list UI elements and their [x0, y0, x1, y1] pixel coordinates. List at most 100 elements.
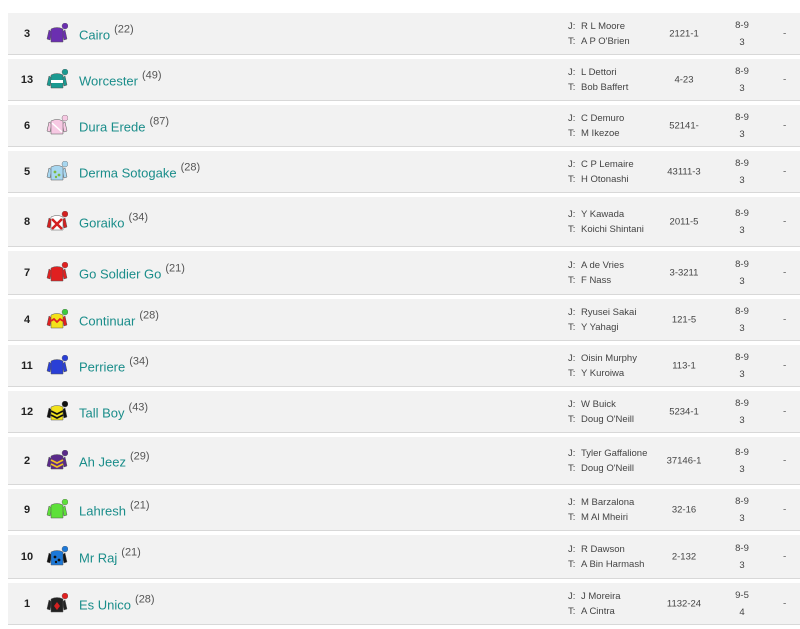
odds: 8-9 3: [728, 444, 756, 478]
jockey-name[interactable]: Y Kawada: [581, 208, 663, 221]
horse-name[interactable]: Continuar: [79, 313, 135, 328]
odds-bottom: 3: [739, 368, 745, 380]
horse-name[interactable]: Es Unico: [79, 597, 131, 612]
trainer-name[interactable]: Koichi Shintani: [581, 223, 663, 236]
jockey-name[interactable]: C P Lemaire: [581, 158, 663, 171]
runner-row[interactable]: 9 Lahresh (21) J: M Barzalona T: M Al Mheir…: [8, 489, 800, 531]
odds-dash: -: [783, 314, 787, 325]
runner-row[interactable]: 10 Mr Raj (21) J: R Dawson T: A Bin Harmash…: [8, 535, 800, 579]
horse-rating: (43): [128, 400, 149, 413]
odds-bottom: 4: [739, 606, 745, 618]
trainer-name[interactable]: A Bin Harmash: [581, 558, 663, 571]
jockey-trainer: J: Oisin Murphy T: Y Kuroiwa: [568, 352, 663, 380]
runner-number: 13: [20, 73, 34, 86]
horse-name[interactable]: Derma Sotogake: [79, 165, 177, 180]
odds-dash: -: [783, 360, 787, 371]
trainer-name[interactable]: A P O'Brien: [581, 35, 663, 48]
jockey-label: J:: [568, 543, 576, 555]
horse-name-link[interactable]: Continuar (28): [79, 309, 159, 328]
horse-name-link[interactable]: Lahresh (21): [79, 499, 150, 518]
horse-name[interactable]: Ah Jeez: [79, 454, 126, 469]
horse-name[interactable]: Worcester: [79, 73, 138, 88]
runner-row[interactable]: 13 Worcester (49) J: L Dettori T: Bob Baffe…: [8, 59, 800, 101]
horse-name-link[interactable]: Tall Boy (43): [79, 401, 148, 420]
runner-row[interactable]: 7 Go Soldier Go (21) J: A de Vries T: F Nas…: [8, 251, 800, 295]
horse-name-link[interactable]: Worcester (49): [79, 69, 162, 88]
trainer-name[interactable]: A Cintra: [581, 605, 663, 618]
trainer-label: T:: [568, 413, 576, 425]
jockey-name[interactable]: Oisin Murphy: [581, 352, 663, 365]
jockey-silk-icon: [46, 592, 69, 615]
horse-name-link[interactable]: Dura Erede (87): [79, 115, 169, 134]
horse-name[interactable]: Cairo: [79, 27, 110, 42]
runner-number: 8: [23, 215, 31, 228]
trainer-name[interactable]: Bob Baffert: [581, 81, 663, 94]
horse-name[interactable]: Lahresh: [79, 503, 126, 518]
jockey-name[interactable]: C Demuro: [581, 112, 663, 125]
trainer-label: T:: [568, 274, 576, 286]
horse-name-link[interactable]: Es Unico (28): [79, 593, 155, 612]
horse-name-link[interactable]: Derma Sotogake (28): [79, 161, 200, 180]
jockey-silk-icon: [46, 22, 69, 45]
horse-name[interactable]: Goraiko: [79, 215, 125, 230]
jockey-name[interactable]: A de Vries: [581, 259, 663, 272]
horse-name[interactable]: Mr Raj: [79, 550, 117, 565]
trainer-label: T:: [568, 81, 576, 93]
runner-number: 9: [23, 503, 31, 516]
horse-name[interactable]: Tall Boy: [79, 405, 125, 420]
form-figures: 52141-: [669, 120, 699, 131]
horse-name-link[interactable]: Go Soldier Go (21): [79, 262, 185, 281]
runner-row[interactable]: 8 Goraiko (34) J: Y Kawada T: Koichi Shinta…: [8, 197, 800, 247]
runner-row[interactable]: 6 Dura Erede (87) J: C Demuro T: M Ikezoe 5…: [8, 105, 800, 147]
jockey-name[interactable]: Ryusei Sakai: [581, 306, 663, 319]
jockey-name[interactable]: J Moreira: [581, 590, 663, 603]
horse-name-link[interactable]: Perriere (34): [79, 355, 149, 374]
horse-name-link[interactable]: Mr Raj (21): [79, 546, 141, 565]
horse-name-link[interactable]: Goraiko (34): [79, 211, 148, 230]
form-figures: 2-132: [671, 551, 697, 562]
trainer-name[interactable]: Y Kuroiwa: [581, 367, 663, 380]
jockey-name[interactable]: Tyler Gaffalione: [581, 447, 663, 460]
horse-name[interactable]: Perriere: [79, 359, 125, 374]
form-figures: 3-3211: [669, 267, 699, 278]
runner-row[interactable]: 5 Derma Sotogake (28) J: C P Lemaire T: H O…: [8, 151, 800, 193]
runner-number: 2: [23, 454, 31, 467]
odds-bottom: 3: [739, 82, 745, 94]
trainer-name[interactable]: Doug O'Neill: [581, 462, 663, 475]
runner-row[interactable]: 12 Tall Boy (43) J: W Buick T: Doug O'Neill…: [8, 391, 800, 433]
runner-row[interactable]: 4 Continuar (28) J: Ryusei Sakai T: Y Yahag…: [8, 299, 800, 341]
jockey-name[interactable]: W Buick: [581, 398, 663, 411]
runner-row[interactable]: 3 Cairo (22) J: R L Moore T: A P O'Brien 21…: [8, 13, 800, 55]
odds: 8-9 3: [728, 63, 756, 97]
jockey-name[interactable]: R Dawson: [581, 543, 663, 556]
jockey-silk-icon: [46, 400, 69, 423]
horse-rating: (21): [129, 498, 150, 511]
trainer-name[interactable]: Y Yahagi: [581, 321, 663, 334]
jockey-name[interactable]: M Barzalona: [581, 496, 663, 509]
jockey-name[interactable]: R L Moore: [581, 20, 663, 33]
odds-dash: -: [783, 28, 787, 39]
trainer-name[interactable]: H Otonashi: [581, 173, 663, 186]
runner-number: 1: [23, 597, 31, 610]
jockey-name[interactable]: L Dettori: [581, 66, 663, 79]
jockey-trainer: J: M Barzalona T: M Al Mheiri: [568, 496, 663, 524]
trainer-name[interactable]: M Al Mheiri: [581, 511, 663, 524]
runner-number: 3: [23, 27, 31, 40]
jockey-trainer: J: C Demuro T: M Ikezoe: [568, 112, 663, 140]
odds-bottom: 3: [739, 174, 745, 186]
horse-name[interactable]: Go Soldier Go: [79, 266, 161, 281]
runner-row[interactable]: 1 Es Unico (28) J: J Moreira T: A Cintra 11…: [8, 583, 800, 625]
trainer-label: T:: [568, 558, 576, 570]
trainer-label: T:: [568, 127, 576, 139]
trainer-name[interactable]: Doug O'Neill: [581, 413, 663, 426]
horse-name-link[interactable]: Ah Jeez (29): [79, 450, 150, 469]
trainer-name[interactable]: F Nass: [581, 274, 663, 287]
runner-row[interactable]: 2 Ah Jeez (29) J: Tyler Gaffalione T: Doug …: [8, 437, 800, 485]
jockey-silk-icon: [46, 308, 69, 331]
horse-name[interactable]: Dura Erede: [79, 119, 145, 134]
runner-number: 12: [20, 405, 34, 418]
odds-bottom: 3: [739, 512, 745, 524]
trainer-name[interactable]: M Ikezoe: [581, 127, 663, 140]
runner-row[interactable]: 11 Perriere (34) J: Oisin Murphy T: Y Kuroi…: [8, 345, 800, 387]
horse-name-link[interactable]: Cairo (22): [79, 23, 134, 42]
